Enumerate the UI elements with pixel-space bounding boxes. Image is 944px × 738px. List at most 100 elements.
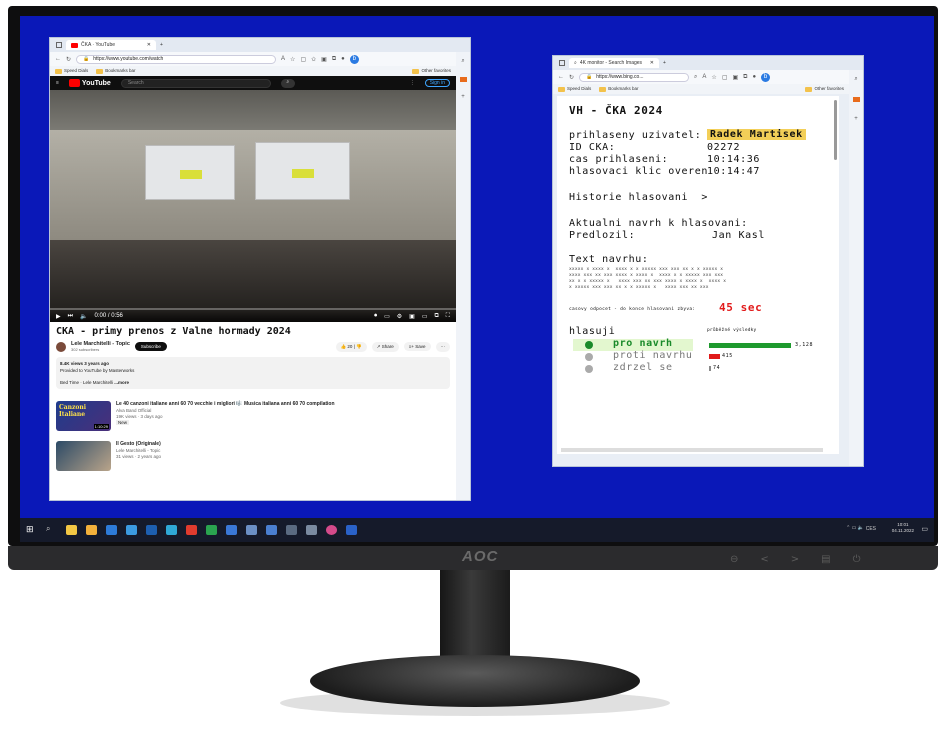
play-icon[interactable]: ▶ [56,313,61,320]
app-icon[interactable] [246,525,257,535]
vote-radio-abstain[interactable] [585,365,593,373]
miniplayer-icon[interactable]: ▣ [409,313,415,320]
save-button[interactable]: ≡+ Save [403,342,431,351]
notification-icon[interactable]: ▭ [921,525,928,533]
extensions-icon[interactable]: ⧉ [332,56,336,63]
recommended-video[interactable]: Canzoni Italiane 1:10:29 Le 40 canzoni i… [50,399,456,433]
theater-icon[interactable]: ▭ [422,313,428,320]
power-button[interactable]: ⏻ [853,554,861,565]
autoplay-toggle[interactable]: ⏺ [374,313,377,320]
pdf-icon[interactable] [186,525,197,535]
store-icon[interactable] [126,525,137,535]
file-explorer-icon[interactable] [66,525,77,535]
channel-avatar[interactable] [56,341,66,352]
read-aloud-icon[interactable]: A [281,56,285,62]
favorite-star-icon[interactable]: ☆ [290,56,295,63]
more-link[interactable]: ...more [114,380,129,385]
horizontal-scrollbar[interactable] [561,448,823,452]
split-screen-icon[interactable]: ▢ [722,74,728,81]
video-thumbnail[interactable] [56,441,111,471]
refresh-icon[interactable]: ↻ [66,56,71,63]
share-button[interactable]: ↗ Share [371,341,399,352]
clock[interactable]: 10:01 04.11.2022 [892,522,914,534]
bookmarks-bar-link[interactable]: Bookmarks bar [599,86,639,92]
new-tab-icon[interactable]: + [160,42,163,48]
speed-dials-link[interactable]: Speed Dials [55,68,88,74]
description-box[interactable]: 8.4K views 3 years ago Provided to YouTu… [56,357,450,389]
next-icon[interactable]: ⏭ [68,313,73,320]
captions-icon[interactable]: ▭ [384,313,390,320]
vote-option-for[interactable]: pro navrh [613,338,673,349]
vertical-scrollbar[interactable] [834,100,837,160]
youtube-logo[interactable]: YouTube [68,79,111,87]
add-icon[interactable]: + [854,116,858,122]
search-icon[interactable]: ⌕ [280,78,295,88]
language-indicator[interactable]: CES [866,526,876,532]
bing-copilot-icon[interactable]: b [761,72,771,82]
back-icon[interactable]: ← [558,74,564,80]
close-tab-icon[interactable]: ✕ [650,60,654,66]
monitor-button[interactable]: ▤ [821,554,830,565]
new-tab-icon[interactable]: + [663,60,666,66]
settings-icon[interactable]: ⚙ [397,313,402,320]
history-link[interactable]: Historie hlasovani > [569,192,708,203]
read-aloud-icon[interactable]: A [702,74,706,80]
system-tray[interactable]: ⌃ ▭ 🔈 [846,525,864,531]
search-icon[interactable]: ⌕ [854,76,857,83]
subscribe-button[interactable]: Subscribe [134,342,167,351]
collections-icon[interactable]: ▣ [321,56,327,63]
other-favorites-link[interactable]: Other favorites [412,68,451,74]
app-icon[interactable] [166,525,177,535]
refresh-icon[interactable]: ↻ [569,74,574,81]
split-screen-icon[interactable]: ▢ [300,56,306,63]
app-icon[interactable] [266,525,277,535]
video-title-link[interactable]: Il Gesto (Originale) [116,441,161,447]
fullscreen-icon[interactable]: ⛶ [446,313,450,320]
add-icon[interactable]: + [461,94,465,100]
browser-tab[interactable]: ⌕ 4K monitor - Search Images ✕ [569,58,659,68]
favorites-icon[interactable]: ✩ [311,56,316,63]
url-field[interactable]: 🔒 https://www.youtube.com/watch [76,54,277,64]
vote-option-against[interactable]: proti navrhu [613,350,692,361]
tools-icon[interactable] [852,97,860,102]
workspaces-icon[interactable] [559,60,565,66]
folder-icon[interactable] [86,525,97,535]
youtube-search-input[interactable]: Search [120,78,271,88]
app-icon[interactable] [226,525,237,535]
favorite-star-icon[interactable]: ☆ [711,74,716,81]
more-actions-icon[interactable]: ⋯ [435,341,450,352]
vote-radio-for[interactable] [585,341,593,349]
bookmarks-bar-link[interactable]: Bookmarks bar [96,68,136,74]
url-field[interactable]: 🔒 https://www.bing.co... [579,72,690,82]
vote-radio-against[interactable] [585,353,593,361]
video-title-link[interactable]: Le 40 canzoni italiane anni 60 70 vecchi… [116,401,335,407]
browser-icon[interactable] [326,525,337,535]
search-icon[interactable]: ⌕ [46,524,50,534]
more-icon[interactable]: ⋮ [410,80,415,86]
menu-icon[interactable]: ≡ [56,80,59,86]
cast-icon[interactable]: ⧉ [435,313,439,320]
tools-icon[interactable] [459,77,467,82]
recommended-video[interactable]: Il Gesto (Originale) Lele Marchitelli - … [50,439,456,473]
app-icon[interactable] [346,525,357,535]
profile-icon[interactable]: ● [341,56,345,62]
volume-icon[interactable]: 🔈 [80,313,87,320]
search-icon[interactable]: ⌕ [461,58,464,65]
monitor-button[interactable]: ⊖ [730,554,738,565]
app-icon[interactable] [306,525,317,535]
vote-option-abstain[interactable]: zdrzel se [613,362,673,373]
monitor-button[interactable]: < [760,554,768,565]
edge-icon[interactable] [106,525,117,535]
speed-dials-link[interactable]: Speed Dials [558,86,591,92]
back-icon[interactable]: ← [55,56,61,62]
sign-in-button[interactable]: Sign in [424,79,450,87]
windows-start-icon[interactable]: ⊞ [26,524,34,535]
collections-icon[interactable]: ▣ [732,74,738,81]
app-icon[interactable] [286,525,297,535]
close-tab-icon[interactable]: ✕ [147,42,151,48]
other-favorites-link[interactable]: Other favorites [805,86,844,92]
video-player[interactable]: ▶ ⏭ 🔈 0:00 / 0:56 ⏺ ▭ ⚙ ▣ ▭ ⧉ ⛶ [50,90,456,322]
profile-icon[interactable]: ● [752,74,756,80]
bing-copilot-icon[interactable]: b [349,54,359,64]
workspaces-icon[interactable] [56,42,62,48]
